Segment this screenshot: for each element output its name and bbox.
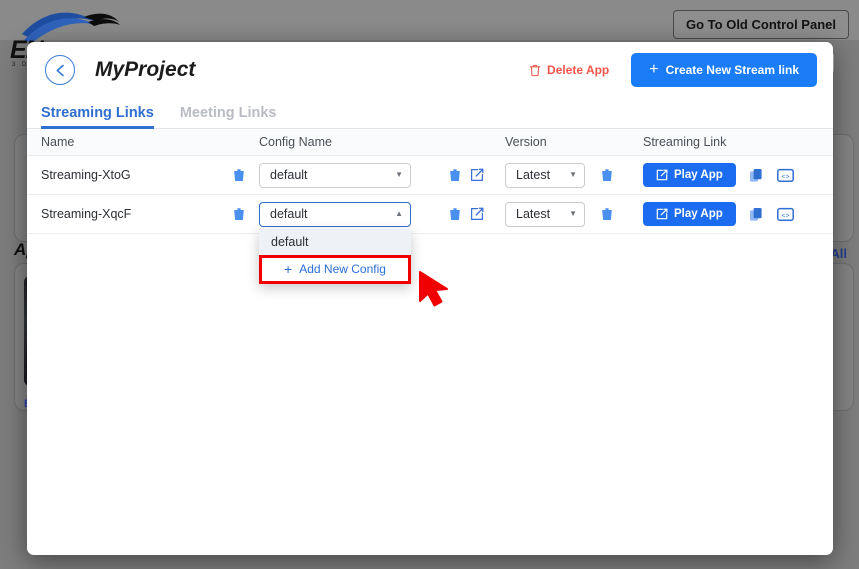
trash-icon[interactable]: [449, 168, 461, 182]
play-app-button[interactable]: Play App: [643, 202, 736, 226]
column-header-name: Name: [27, 135, 219, 149]
config-select[interactable]: default ▼: [259, 163, 411, 188]
back-button[interactable]: [45, 55, 75, 85]
version-actions: [601, 168, 643, 182]
create-button-label: Create New Stream link: [666, 63, 799, 77]
version-select-cell: Latest ▼: [505, 202, 601, 227]
config-select[interactable]: default ▲: [259, 202, 411, 227]
table-header-row: Name Config Name Version Streaming Link: [27, 129, 833, 156]
streaming-link-actions: Play App <>: [643, 163, 833, 187]
trash-icon[interactable]: [601, 207, 613, 221]
tab-meeting-links[interactable]: Meeting Links: [180, 105, 277, 128]
embed-code-icon[interactable]: <>: [777, 207, 794, 222]
tab-bar: Streaming Links Meeting Links: [27, 98, 833, 129]
version-select-value: Latest: [516, 207, 550, 221]
config-select-cell: default ▼: [259, 163, 449, 188]
streaming-links-table: Name Config Name Version Streaming Link …: [27, 129, 833, 234]
copy-icon[interactable]: [749, 207, 764, 222]
chevron-down-icon: ▼: [569, 171, 577, 179]
trash-icon[interactable]: [601, 168, 613, 182]
add-new-config-button[interactable]: + Add New Config: [262, 258, 408, 281]
trash-icon: [529, 64, 541, 77]
page-title: MyProject: [95, 58, 195, 82]
delete-app-button[interactable]: Delete App: [529, 63, 609, 77]
table-row: Streaming-XqcF default ▲ default + Add: [27, 195, 833, 234]
config-select-value: default: [270, 207, 308, 221]
external-link-icon: [656, 169, 668, 181]
dropdown-option-default[interactable]: default: [259, 229, 411, 255]
svg-text:<>: <>: [781, 173, 789, 180]
cursor-arrow-icon: [418, 270, 464, 310]
modal-header: MyProject Delete App + Create New Stream…: [27, 42, 833, 98]
play-app-label: Play App: [674, 169, 723, 181]
config-actions: [449, 207, 505, 221]
edit-square-icon[interactable]: [470, 168, 484, 182]
version-actions: [601, 207, 643, 221]
config-select-cell: default ▲ default + Add New Config: [259, 202, 449, 227]
trash-icon: [233, 168, 245, 182]
delete-row-button[interactable]: [219, 207, 259, 221]
table-row: Streaming-XtoG default ▼: [27, 156, 833, 195]
go-to-old-control-panel-button[interactable]: Go To Old Control Panel: [673, 10, 849, 39]
plus-icon: +: [284, 262, 292, 276]
trash-icon[interactable]: [449, 207, 461, 221]
version-select-cell: Latest ▼: [505, 163, 601, 188]
annotation-cursor-arrow: [418, 270, 464, 315]
add-new-config-highlight: + Add New Config: [259, 255, 411, 284]
streaming-link-actions: Play App <>: [643, 202, 833, 226]
chevron-up-icon: ▲: [395, 210, 403, 218]
embed-code-icon[interactable]: <>: [777, 168, 794, 183]
arrow-left-icon: [52, 62, 69, 79]
add-new-config-label: Add New Config: [299, 262, 386, 276]
tab-streaming-links[interactable]: Streaming Links: [41, 105, 154, 128]
config-actions: [449, 168, 505, 182]
delete-app-label: Delete App: [547, 63, 609, 77]
row-name: Streaming-XqcF: [27, 207, 219, 221]
plus-icon: +: [649, 62, 658, 78]
trash-icon: [233, 207, 245, 221]
version-select[interactable]: Latest ▼: [505, 163, 585, 188]
create-new-stream-link-button[interactable]: + Create New Stream link: [631, 53, 817, 87]
chevron-down-icon: ▼: [569, 210, 577, 218]
play-app-button[interactable]: Play App: [643, 163, 736, 187]
config-select-value: default: [270, 168, 308, 182]
play-app-label: Play App: [674, 208, 723, 220]
version-select-value: Latest: [516, 168, 550, 182]
version-select[interactable]: Latest ▼: [505, 202, 585, 227]
edit-square-icon[interactable]: [470, 207, 484, 221]
row-name: Streaming-XtoG: [27, 168, 219, 182]
copy-icon[interactable]: [749, 168, 764, 183]
delete-row-button[interactable]: [219, 168, 259, 182]
config-dropdown-menu: default + Add New Config: [259, 229, 411, 284]
column-header-config: Config Name: [259, 135, 449, 149]
column-header-version: Version: [505, 135, 601, 149]
svg-text:<>: <>: [781, 212, 789, 219]
chevron-down-icon: ▼: [395, 171, 403, 179]
external-link-icon: [656, 208, 668, 220]
column-header-streaming-link: Streaming Link: [643, 135, 833, 149]
